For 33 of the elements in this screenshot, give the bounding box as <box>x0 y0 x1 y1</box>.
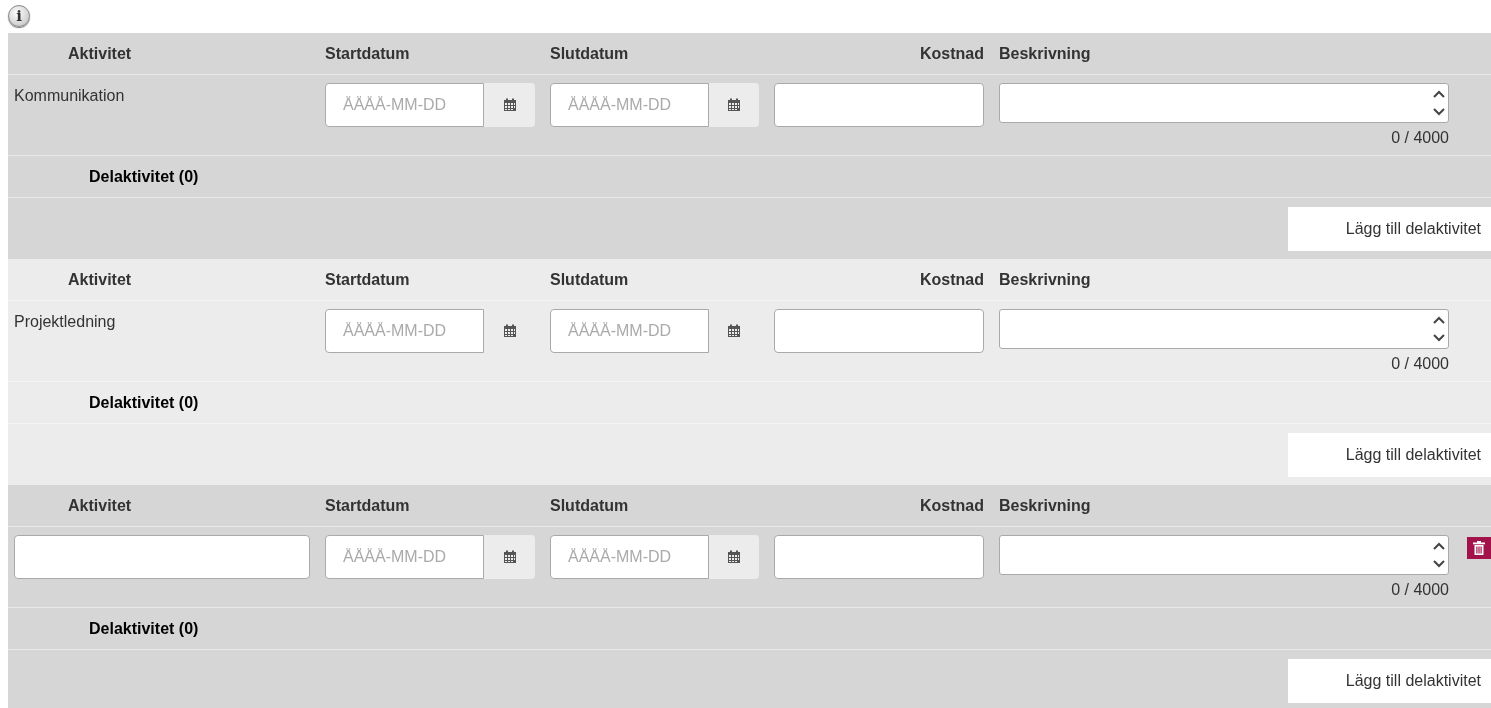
subactivity-label: Delaktivitet (0) <box>89 167 199 186</box>
column-header: Slutdatum <box>550 496 630 515</box>
column-header: Beskrivning <box>999 270 1092 289</box>
column-header: Kostnad <box>920 270 984 289</box>
date-field[interactable]: ÅÅÅÅ-MM-DD <box>325 309 484 353</box>
character-counter: 0 / 4000 <box>1391 129 1449 147</box>
column-header: Beskrivning <box>999 496 1092 515</box>
activity-name: Kommunikation <box>13 86 126 105</box>
activity-name: Projektledning <box>13 312 117 331</box>
date-field[interactable]: ÅÅÅÅ-MM-DD <box>325 83 484 127</box>
info-icon[interactable]: i <box>8 5 30 27</box>
character-counter: 0 / 4000 <box>1391 581 1449 599</box>
subactivity-label: Delaktivitet (0) <box>89 393 199 412</box>
column-header: Slutdatum <box>550 44 630 63</box>
character-counter: 0 / 4000 <box>1391 355 1449 373</box>
subactivity-label: Delaktivitet (0) <box>89 619 199 638</box>
column-header: Kostnad <box>920 496 984 515</box>
column-header: Startdatum <box>325 44 411 63</box>
column-header: Aktivitet <box>67 44 133 63</box>
date-field[interactable]: ÅÅÅÅ-MM-DD <box>550 309 709 353</box>
date-field[interactable]: ÅÅÅÅ-MM-DD <box>325 535 484 579</box>
date-field[interactable]: ÅÅÅÅ-MM-DD <box>550 535 709 579</box>
add-subactivity-button[interactable]: Lägg till delaktivitet <box>1288 658 1491 703</box>
date-field[interactable]: ÅÅÅÅ-MM-DD <box>550 83 709 127</box>
column-header: Slutdatum <box>550 270 630 289</box>
add-subactivity-button[interactable]: Lägg till delaktivitet <box>1288 206 1491 251</box>
column-header: Aktivitet <box>67 270 133 289</box>
column-header: Startdatum <box>325 270 411 289</box>
column-header: Aktivitet <box>67 496 133 515</box>
column-header: Kostnad <box>920 44 984 63</box>
column-header: Beskrivning <box>999 44 1092 63</box>
column-header: Startdatum <box>325 496 411 515</box>
add-subactivity-button[interactable]: Lägg till delaktivitet <box>1288 432 1491 477</box>
